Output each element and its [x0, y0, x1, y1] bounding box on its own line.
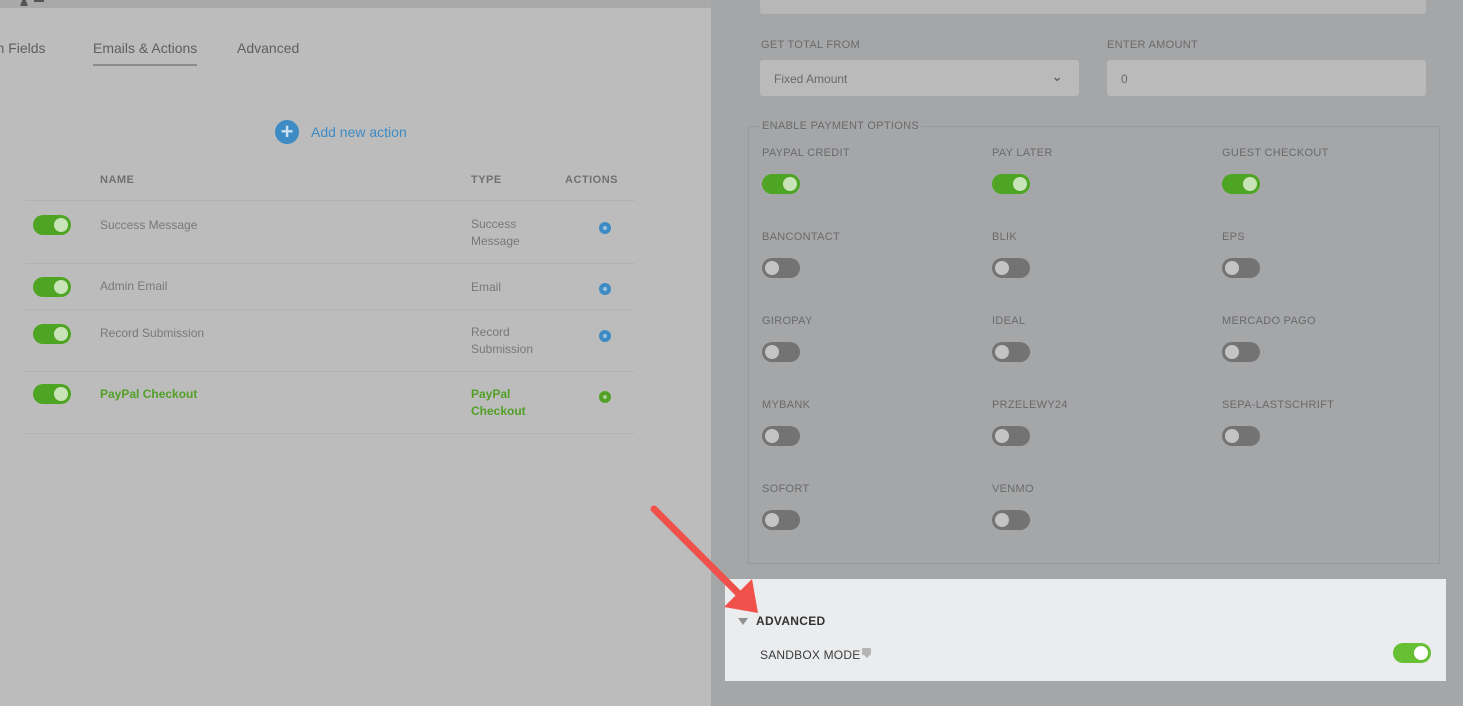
- enter-amount-input[interactable]: 0: [1107, 60, 1426, 96]
- payment-options-group: [748, 126, 1440, 564]
- option-toggle[interactable]: [762, 258, 800, 278]
- tab-emails-actions[interactable]: Emails & Actions: [93, 40, 198, 66]
- option-label: BANCONTACT: [762, 231, 840, 243]
- payment-option-guest-checkout: GUEST CHECKOUT: [1222, 147, 1329, 194]
- table-row: Success Message Success Message: [25, 200, 635, 264]
- action-label-input[interactable]: [760, 0, 1426, 14]
- get-total-from-select[interactable]: Fixed Amount ⌄: [760, 60, 1079, 96]
- payment-option-sepa-lastschrift: SEPA-LASTSCHRIFT: [1222, 399, 1334, 446]
- option-label: BLIK: [992, 231, 1018, 243]
- option-label: EPS: [1222, 231, 1245, 243]
- add-new-action-label: Add new action: [311, 124, 407, 140]
- option-label: SEPA-LASTSCHRIFT: [1222, 399, 1335, 411]
- option-toggle[interactable]: [762, 426, 800, 446]
- action-name: Admin Email: [100, 279, 168, 293]
- option-label: MERCADO PAGO: [1222, 315, 1316, 327]
- option-toggle[interactable]: [992, 258, 1030, 278]
- payment-option-paypal-credit: PAYPAL CREDIT: [762, 147, 850, 194]
- option-toggle[interactable]: [762, 174, 800, 194]
- payment-option-pay-later: PAY LATER: [992, 147, 1053, 194]
- enter-amount-value: 0: [1121, 72, 1128, 86]
- option-label: GUEST CHECKOUT: [1222, 147, 1329, 159]
- action-enabled-toggle[interactable]: [33, 384, 71, 404]
- option-label: PAY LATER: [992, 147, 1053, 159]
- form-editor-panel: rm Fields Emails & Actions Advanced + Ad…: [0, 0, 711, 706]
- action-type: Email: [471, 280, 502, 294]
- option-toggle[interactable]: [1222, 342, 1260, 362]
- payment-option-mybank: MYBANK: [762, 399, 810, 446]
- plus-circle-icon: +: [275, 120, 299, 144]
- option-toggle[interactable]: [992, 510, 1030, 530]
- action-enabled-toggle[interactable]: [33, 324, 71, 344]
- option-label: IDEAL: [992, 315, 1026, 327]
- help-tooltip-icon[interactable]: [862, 648, 871, 658]
- payment-option-blik: BLIK: [992, 231, 1030, 278]
- option-toggle[interactable]: [992, 426, 1030, 446]
- table-row: Record Submission Record Submission: [25, 309, 635, 372]
- enter-amount-label: ENTER AMOUNT: [1107, 39, 1198, 51]
- logo-icon: [20, 0, 44, 6]
- option-toggle[interactable]: [762, 342, 800, 362]
- payment-option-eps: EPS: [1222, 231, 1260, 278]
- column-header-actions: ACTIONS: [565, 174, 618, 186]
- annotation-arrow-icon: [650, 505, 758, 613]
- table-row: PayPal Checkout PayPal Checkout: [25, 371, 635, 434]
- payment-option-bancontact: BANCONTACT: [762, 231, 840, 278]
- column-header-type: TYPE: [471, 174, 502, 186]
- action-name: PayPal Checkout: [100, 387, 198, 401]
- action-name: Success Message: [100, 218, 198, 232]
- option-label: PRZELEWY24: [992, 399, 1068, 411]
- action-type: PayPal Checkout: [471, 387, 526, 418]
- option-label: SOFORT: [762, 483, 810, 495]
- action-name: Record Submission: [100, 326, 205, 340]
- table-row: Admin Email Email: [25, 263, 635, 310]
- option-label: PAYPAL CREDIT: [762, 147, 850, 159]
- advanced-section: ADVANCED SANDBOX MODE: [725, 579, 1446, 681]
- top-bar: [0, 0, 711, 8]
- option-toggle[interactable]: [1222, 174, 1260, 194]
- option-toggle[interactable]: [992, 174, 1030, 194]
- option-toggle[interactable]: [992, 342, 1030, 362]
- payment-options-legend: ENABLE PAYMENT OPTIONS: [760, 120, 921, 132]
- column-header-name: NAME: [100, 174, 135, 186]
- payment-option-mercado-pago: MERCADO PAGO: [1222, 315, 1316, 362]
- gear-icon[interactable]: [599, 330, 611, 342]
- tab-form-fields[interactable]: rm Fields: [0, 40, 46, 56]
- option-toggle[interactable]: [1222, 258, 1260, 278]
- option-label: VENMO: [992, 483, 1034, 495]
- get-total-from-value: Fixed Amount: [774, 72, 848, 86]
- gear-icon[interactable]: [599, 222, 611, 234]
- get-total-from-label: GET TOTAL FROM: [761, 39, 860, 51]
- gear-icon[interactable]: [599, 391, 611, 403]
- action-enabled-toggle[interactable]: [33, 215, 71, 235]
- payment-option-przelewy24: PRZELEWY24: [992, 399, 1068, 446]
- action-type: Success Message: [471, 217, 520, 248]
- option-label: MYBANK: [762, 399, 811, 411]
- gear-icon[interactable]: [599, 283, 611, 295]
- sandbox-mode-toggle[interactable]: [1393, 643, 1431, 663]
- payment-option-ideal: IDEAL: [992, 315, 1030, 362]
- add-new-action-button[interactable]: + Add new action: [275, 120, 407, 144]
- action-enabled-toggle[interactable]: [33, 277, 71, 297]
- tab-advanced[interactable]: Advanced: [237, 40, 299, 56]
- sandbox-mode-label: SANDBOX MODE: [760, 648, 861, 662]
- chevron-down-icon: ⌄: [1051, 68, 1063, 84]
- action-type: Record Submission: [471, 325, 534, 356]
- payment-option-venmo: VENMO: [992, 483, 1034, 530]
- option-toggle[interactable]: [1222, 426, 1260, 446]
- payment-option-giropay: GIROPAY: [762, 315, 813, 362]
- option-label: GIROPAY: [762, 315, 813, 327]
